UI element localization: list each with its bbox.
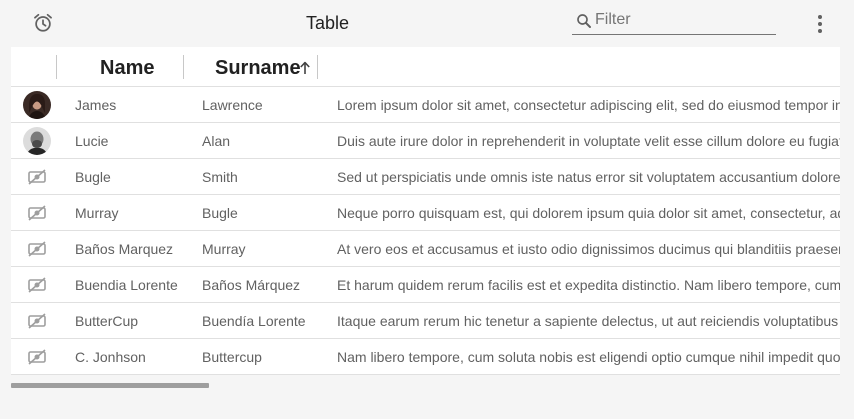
page-title: Table: [306, 13, 350, 33]
cell-name: C. Jonhson: [75, 349, 146, 365]
cell-description: Duis aute irure dolor in reprehenderit i…: [337, 133, 840, 149]
table-row[interactable]: Baños Marquez Murray At vero eos et accu…: [11, 231, 840, 267]
avatar: [23, 127, 51, 155]
avatar-photo: [23, 127, 51, 155]
table-row[interactable]: Lucie Alan Duis aute irure dolor in repr…: [11, 123, 840, 159]
avatar: [23, 91, 51, 119]
cell-surname: Smith: [202, 169, 238, 185]
table-row[interactable]: Murray Bugle Neque porro quisquam est, q…: [11, 195, 840, 231]
column-resize-handle[interactable]: [183, 55, 184, 79]
cell-surname: Alan: [202, 133, 231, 149]
filter-input[interactable]: [595, 9, 773, 31]
no-image-icon: [28, 349, 46, 365]
cell-description: Nam libero tempore, cum soluta nobis est…: [337, 349, 840, 365]
no-image-icon: [28, 241, 46, 257]
cell-surname: Baños Márquez: [202, 277, 301, 293]
search-icon: [577, 14, 591, 28]
column-resize-handle[interactable]: [317, 55, 318, 79]
cell-surname: Buendía Lorente: [202, 313, 306, 329]
column-header-name[interactable]: Name: [100, 57, 154, 80]
column-resize-handle[interactable]: [56, 55, 57, 79]
cell-description: Lorem ipsum dolor sit amet, consectetur …: [337, 97, 840, 113]
no-image-icon: [28, 277, 46, 293]
cell-description: Sed ut perspiciatis unde omnis iste natu…: [337, 169, 840, 185]
no-image-icon: [28, 205, 46, 221]
cell-name: Buendia Lorente: [75, 277, 178, 293]
column-header-surname[interactable]: Surname: [215, 57, 301, 80]
cell-description: Neque porro quisquam est, qui dolorem ip…: [337, 205, 840, 221]
horizontal-scrollbar-thumb[interactable]: [11, 383, 209, 388]
cell-name: Murray: [75, 205, 119, 221]
cell-name: James: [75, 97, 117, 113]
avatar-photo: [23, 91, 51, 119]
table-header: Name Surname: [11, 47, 840, 87]
sort-ascending-icon[interactable]: [299, 61, 311, 75]
cell-name: Baños Marquez: [75, 241, 174, 257]
table-row[interactable]: C. Jonhson Buttercup Nam libero tempore,…: [11, 339, 840, 375]
cell-name: Bugle: [75, 169, 111, 185]
table-row[interactable]: ButterCup Buendía Lorente Itaque earum r…: [11, 303, 840, 339]
table-row[interactable]: Bugle Smith Sed ut perspiciatis unde omn…: [11, 159, 840, 195]
alarm-clock-icon[interactable]: [32, 12, 54, 34]
cell-surname: Bugle: [202, 205, 238, 221]
table-row[interactable]: Buendia Lorente Baños Márquez Et harum q…: [11, 267, 840, 303]
no-image-icon: [28, 169, 46, 185]
table-row[interactable]: James Lawrence Lorem ipsum dolor sit ame…: [11, 87, 840, 123]
cell-description: At vero eos et accusamus et iusto odio d…: [337, 241, 840, 257]
more-vertical-icon[interactable]: [810, 12, 830, 36]
cell-name: Lucie: [75, 133, 109, 149]
data-table: Name Surname James Lawrence Lorem ipsum …: [11, 47, 840, 375]
cell-surname: Lawrence: [202, 97, 263, 113]
no-image-icon: [28, 313, 46, 329]
toolbar: Table: [0, 0, 854, 46]
cell-description: Et harum quidem rerum facilis est et exp…: [337, 277, 840, 293]
cell-description: Itaque earum rerum hic tenetur a sapient…: [337, 313, 840, 329]
cell-name: ButterCup: [75, 313, 139, 329]
cell-surname: Buttercup: [202, 349, 262, 365]
filter-field[interactable]: [572, 7, 776, 35]
cell-surname: Murray: [202, 241, 246, 257]
